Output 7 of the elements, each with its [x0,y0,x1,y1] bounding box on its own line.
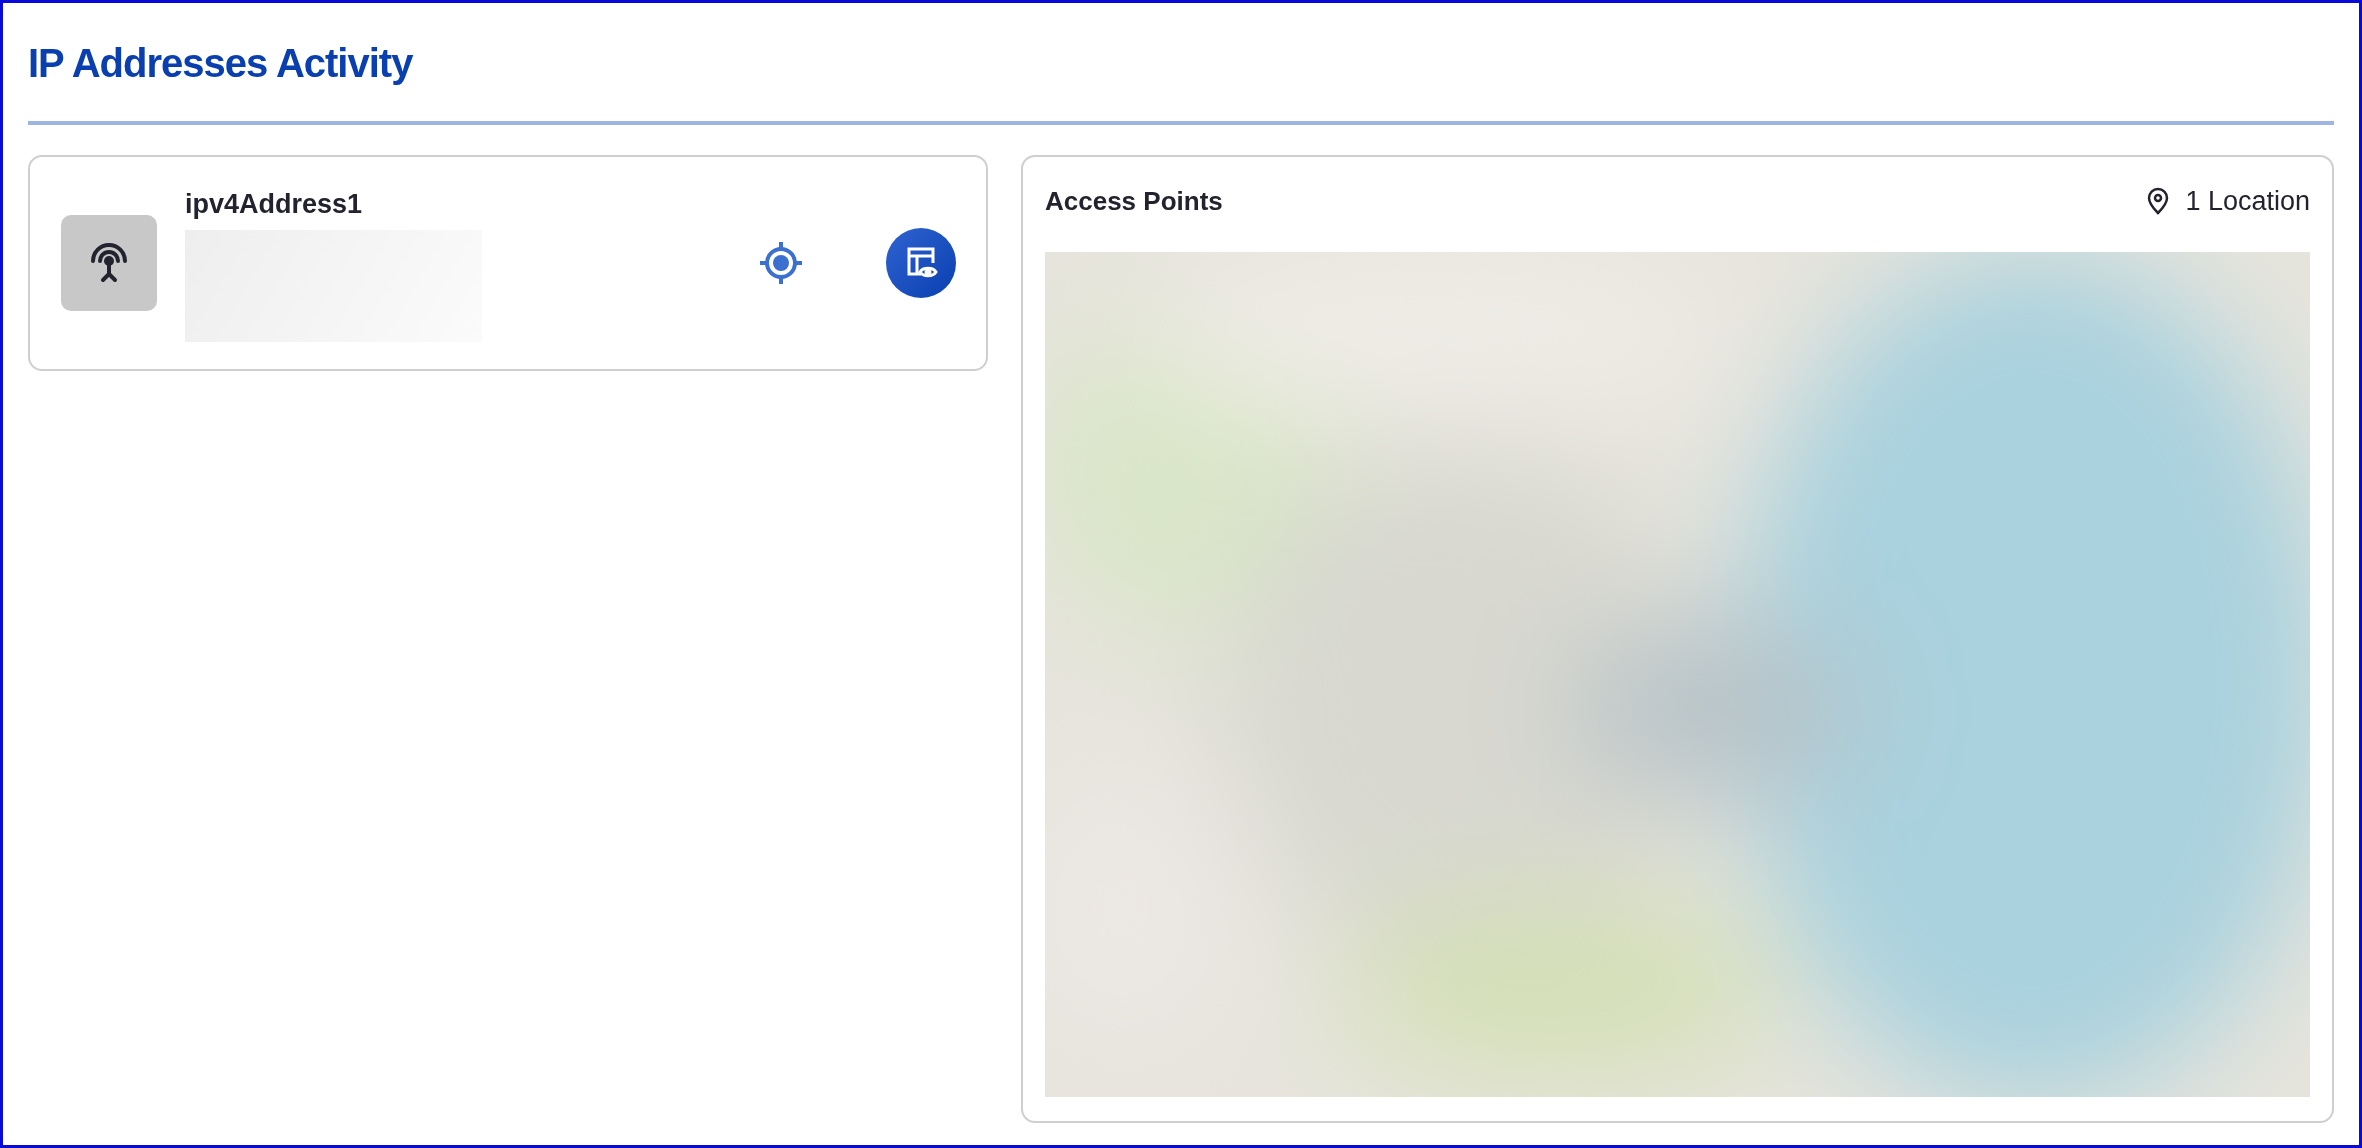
location-count: 1 Location [2185,185,2310,218]
page-title: IP Addresses Activity [28,41,414,85]
card-title: Access Points [1045,184,1223,218]
ip-address-name: ipv4Address1 [185,187,364,221]
antenna-icon [61,215,157,311]
location-pin-icon [2147,187,2170,216]
target-icon[interactable] [758,240,804,286]
